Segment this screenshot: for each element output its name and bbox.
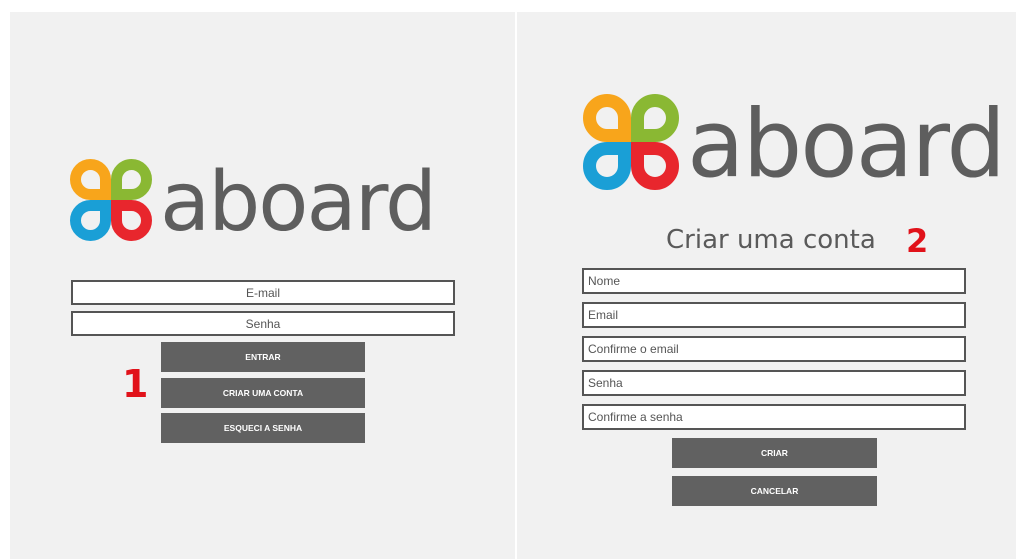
- email-field[interactable]: [71, 280, 455, 305]
- confirm-email-field[interactable]: [582, 336, 966, 362]
- logo-wordmark: aboard: [160, 155, 437, 250]
- create-button[interactable]: CRIAR: [672, 438, 877, 468]
- confirm-password-field[interactable]: [582, 404, 966, 430]
- cancel-button[interactable]: CANCELAR: [672, 476, 877, 506]
- email-field[interactable]: [582, 302, 966, 328]
- name-field[interactable]: [582, 268, 966, 294]
- page-title: Criar uma conta: [666, 225, 876, 255]
- clover-logo-icon: [70, 159, 152, 241]
- aboard-logo: aboard: [70, 155, 437, 250]
- logo-wordmark: aboard: [687, 90, 1006, 199]
- signup-panel: aboard Criar uma conta 2 CRIAR CANCELAR: [517, 12, 1016, 559]
- aboard-logo: aboard: [583, 90, 1006, 199]
- password-field[interactable]: [71, 311, 455, 336]
- create-account-button[interactable]: CRIAR UMA CONTA: [161, 378, 365, 408]
- clover-logo-icon: [583, 94, 679, 190]
- step-number-2: 2: [906, 222, 929, 260]
- step-number-1: 1: [122, 362, 149, 406]
- login-panel: aboard ENTRAR CRIAR UMA CONTA ESQUECI A …: [10, 12, 515, 559]
- forgot-password-button[interactable]: ESQUECI A SENHA: [161, 413, 365, 443]
- enter-button[interactable]: ENTRAR: [161, 342, 365, 372]
- password-field[interactable]: [582, 370, 966, 396]
